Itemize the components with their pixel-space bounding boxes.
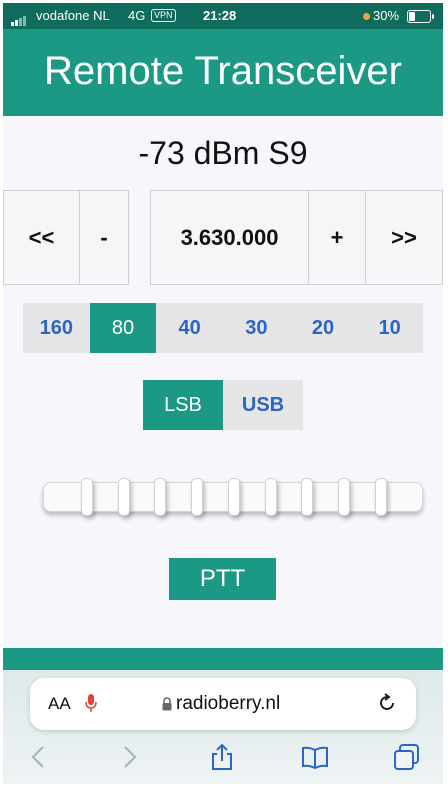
slider-tick — [265, 478, 277, 516]
signal-strength-readout: -73 dBm S9 — [138, 135, 308, 171]
band-30-button[interactable]: 30 — [223, 303, 290, 353]
back-icon[interactable] — [25, 743, 53, 771]
clock: 21:28 — [203, 8, 237, 23]
mode-selector: LSB USB — [143, 380, 303, 430]
battery-percent: 30% — [373, 8, 400, 23]
privacy-dot-icon — [363, 13, 370, 20]
slider-tick — [338, 478, 350, 516]
slider-tick — [118, 478, 130, 516]
slider-tick — [191, 478, 203, 516]
reload-icon[interactable] — [376, 692, 398, 714]
vpn-badge: VPN — [151, 9, 176, 22]
carrier-name: vodafone NL — [36, 8, 110, 23]
network-type: 4G — [128, 8, 146, 23]
fast-tune-down-button[interactable]: << — [3, 190, 80, 285]
step-up-button[interactable]: + — [308, 190, 366, 285]
band-selector: 160 80 40 30 20 10 — [23, 303, 423, 353]
band-160-button[interactable]: 160 — [23, 303, 90, 353]
app-frame: vodafone NL 4G VPN 21:28 30% Remote Tran… — [3, 3, 443, 784]
slider-tick — [375, 478, 387, 516]
slider-tick — [154, 478, 166, 516]
fast-tune-up-button[interactable]: >> — [365, 190, 443, 285]
url-text: radioberry.nl — [176, 693, 281, 714]
band-40-button[interactable]: 40 — [156, 303, 223, 353]
page-title: Remote Transceiver — [44, 49, 402, 93]
band-10-button[interactable]: 10 — [356, 303, 423, 353]
slider-tick — [228, 478, 240, 516]
aa-label: AA — [48, 694, 71, 713]
app-header: Remote Transceiver — [3, 29, 443, 116]
forward-icon[interactable] — [115, 743, 143, 771]
lsb-button[interactable]: LSB — [143, 380, 223, 430]
signal-bars-icon — [11, 11, 27, 26]
step-down-button[interactable]: - — [79, 190, 129, 285]
microphone-icon[interactable] — [85, 693, 97, 713]
ptt-button[interactable]: PTT — [169, 558, 276, 600]
tabs-icon[interactable] — [393, 743, 421, 771]
slider-tick — [301, 478, 313, 516]
band-80-button[interactable]: 80 — [89, 303, 157, 353]
footer-band — [3, 648, 443, 670]
status-bar: vodafone NL 4G VPN 21:28 30% — [3, 3, 443, 29]
lock-icon — [162, 697, 172, 711]
battery-icon — [407, 10, 434, 23]
reader-settings-button[interactable]: AA — [48, 694, 71, 714]
browser-toolbar: AA radioberry.nl — [3, 670, 443, 784]
share-icon[interactable] — [208, 743, 236, 771]
slider-tick — [81, 478, 93, 516]
frequency-display[interactable]: 3.630.000 — [150, 190, 309, 285]
band-20-button[interactable]: 20 — [290, 303, 357, 353]
usb-button[interactable]: USB — [223, 380, 303, 430]
bookmarks-icon[interactable] — [301, 743, 329, 771]
address-bar[interactable]: AA radioberry.nl — [30, 678, 416, 730]
tuning-slider[interactable] — [43, 478, 423, 516]
